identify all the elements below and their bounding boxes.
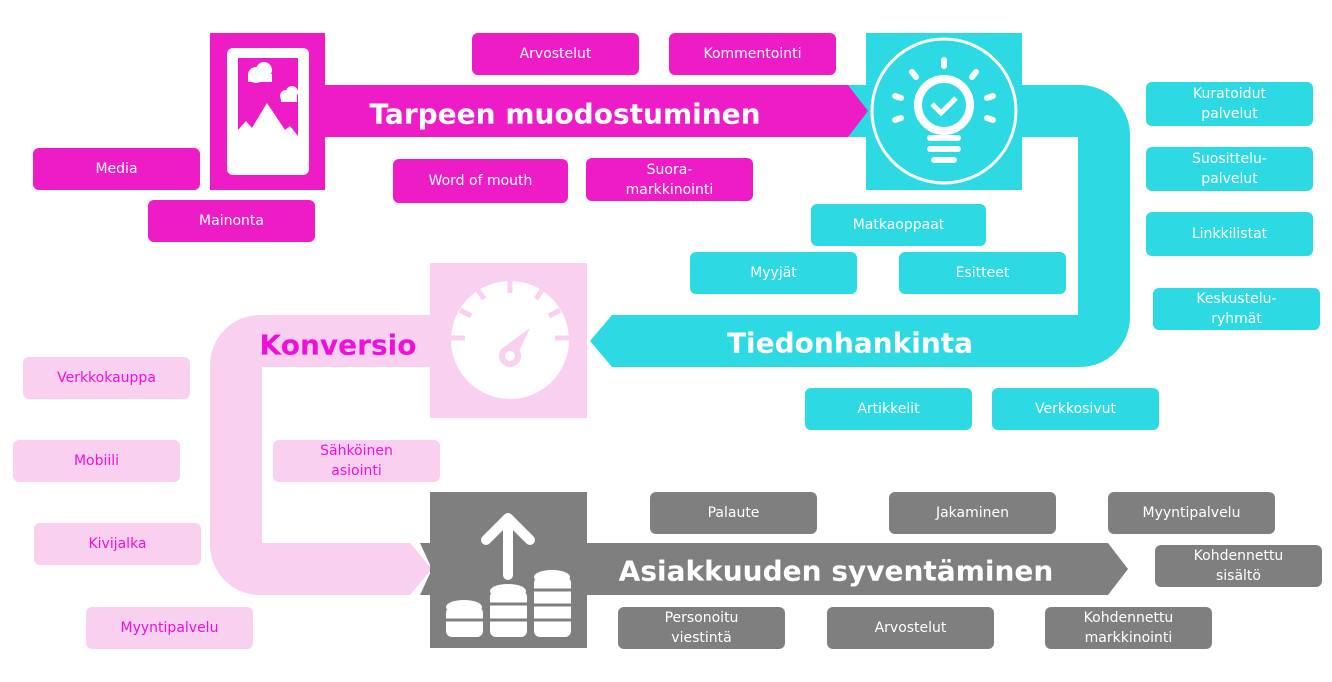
conversion-item: Kivijalka <box>34 523 201 565</box>
info-item: Verkkosivut <box>992 388 1159 430</box>
info-item: Matkaoppaat <box>811 204 986 246</box>
conversion-item: Mobiili <box>13 440 180 482</box>
info-item: Linkkilistat <box>1146 212 1313 256</box>
stage-title-info: Tiedonhankinta <box>726 326 974 360</box>
info-item: Esitteet <box>899 252 1066 294</box>
need-item: Arvostelut <box>472 33 639 75</box>
deepen-item: Palaute <box>650 492 817 534</box>
info-item: Myyjät <box>690 252 857 294</box>
need-item: Word of mouth <box>393 159 568 203</box>
deepen-item: Myyntipalvelu <box>1108 492 1275 534</box>
image-icon <box>227 48 309 175</box>
need-item: Kommentointi <box>669 33 836 75</box>
deepen-item: Kohdennettu markkinointi <box>1045 607 1212 649</box>
stage-title-deepen: Asiakkuuden syventäminen <box>618 554 1054 588</box>
stage-title-need: Tarpeen muodostuminen <box>369 97 761 131</box>
need-item: Mainonta <box>148 200 315 242</box>
info-item: Kuratoidut palvelut <box>1146 82 1313 126</box>
info-item: Artikkelit <box>805 388 972 430</box>
need-item: Suora- markkinointi <box>586 158 753 201</box>
info-item: Suosittelu- palvelut <box>1146 147 1313 191</box>
need-item: Media <box>33 148 200 190</box>
conversion-item: Verkkokauppa <box>23 357 190 399</box>
conversion-item: Sähköinen asiointi <box>273 440 440 482</box>
speedometer-icon <box>451 281 569 399</box>
deepen-item: Arvostelut <box>827 607 994 649</box>
deepen-item: Jakaminen <box>889 492 1056 534</box>
deepen-item: Kohdennettu sisältö <box>1155 545 1322 587</box>
deepen-item: Personoitu viestintä <box>618 607 785 649</box>
stage-title-conversion: Konversio <box>259 328 417 362</box>
conversion-item: Myyntipalvelu <box>86 607 253 649</box>
info-item: Keskustelu- ryhmät <box>1153 288 1320 330</box>
